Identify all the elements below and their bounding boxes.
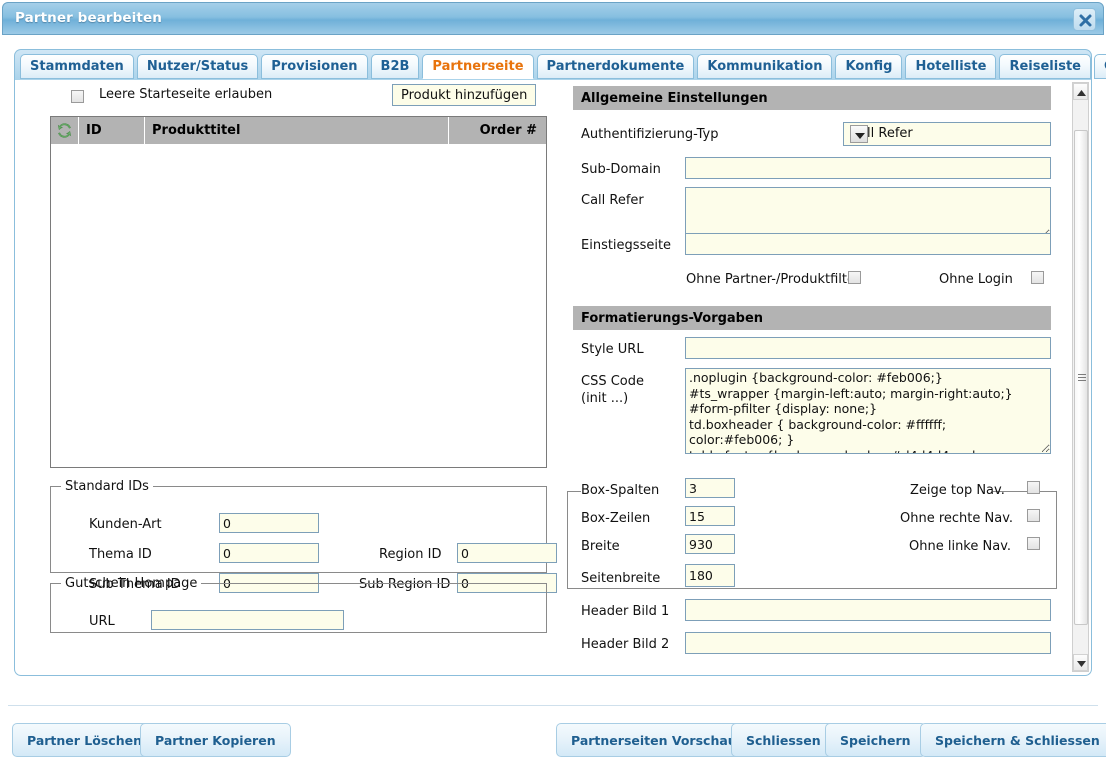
ohne-rechte-nav-checkbox[interactable] — [1027, 509, 1040, 522]
scrollbar-grip-icon — [1078, 374, 1086, 381]
schliessen-button[interactable]: Schliessen — [731, 723, 836, 757]
scroll-up-button[interactable] — [1073, 83, 1088, 100]
ohne-rechte-nav-label: Ohne rechte Nav. — [900, 511, 1014, 526]
panel-vertical-scrollbar[interactable] — [1072, 82, 1089, 672]
kunden-art-input[interactable] — [219, 513, 319, 533]
box-spalten-label: Box-Spalten — [581, 483, 660, 498]
scroll-down-button[interactable] — [1073, 654, 1088, 671]
tab-stammdaten[interactable]: Stammdaten — [20, 54, 134, 79]
einstiegsseite-input[interactable] — [685, 233, 1051, 255]
ohne-login-label: Ohne Login — [939, 272, 1013, 287]
style-url-label: Style URL — [581, 342, 644, 357]
dialog-title: Partner bearbeiten — [15, 10, 162, 26]
auth-type-select[interactable]: Call Refer — [843, 122, 1051, 146]
css-code-label: CSS Code — [581, 374, 644, 389]
speichern-button[interactable]: Speichern — [825, 723, 926, 757]
column-header-order[interactable]: Order # — [449, 117, 546, 144]
box-zeilen-input[interactable] — [685, 506, 735, 526]
ohne-login-checkbox[interactable] — [1031, 271, 1044, 284]
thema-id-input[interactable] — [219, 543, 319, 563]
refresh-column-header[interactable] — [51, 117, 79, 144]
layout-options-group-border-left — [567, 491, 581, 492]
ohne-linke-nav-label: Ohne linke Nav. — [909, 539, 1012, 554]
box-spalten-input[interactable] — [685, 478, 735, 498]
seitenbreite-label: Seitenbreite — [581, 571, 661, 586]
left-column: Leere Starteseite erlauben Produkt hinzu… — [35, 84, 557, 633]
ohne-partner-produktfilter-label: Ohne Partner-/Produktfilter — [686, 272, 861, 287]
tab-nutzer-status[interactable]: Nutzer/Status — [136, 54, 259, 79]
breite-label: Breite — [581, 539, 620, 554]
subdomain-input[interactable] — [685, 157, 1051, 179]
tab-reiseliste[interactable]: Reiseliste — [999, 54, 1091, 79]
tab-strip: Stammdaten Nutzer/Status Provisionen B2B Par… — [14, 49, 1106, 81]
dialog-titlebar: Partner bearbeiten — [2, 2, 1104, 35]
header-bild-2-label: Header Bild 2 — [581, 637, 670, 652]
tab-konfig[interactable]: Konfig — [835, 54, 903, 79]
tab-list: Stammdaten Nutzer/Status Provisionen B2B Par… — [20, 54, 1106, 79]
column-header-produkttitel[interactable]: Produkttitel — [145, 117, 449, 144]
footer-divider — [8, 705, 1098, 706]
gutschein-url-input[interactable] — [151, 610, 344, 630]
section-header-formatierungs-vorgaben: Formatierungs-Vorgaben — [573, 306, 1051, 330]
tab-panel-partnerseite: Leere Starteseite erlauben Produkt hinzu… — [14, 80, 1092, 676]
column-header-id[interactable]: ID — [79, 117, 145, 144]
zeige-top-nav-checkbox[interactable] — [1027, 481, 1040, 494]
product-list-box: ID Produkttitel Order # — [50, 116, 547, 468]
header-bild-1-label: Header Bild 1 — [581, 604, 670, 619]
dialog-window: Partner bearbeiten Stammdaten Nutzer/Stat… — [0, 0, 1106, 767]
product-header-row: Leere Starteseite erlauben Produkt hinzu… — [35, 84, 547, 112]
header-bild-1-input[interactable] — [685, 599, 1051, 621]
call-refer-label: Call Refer — [581, 193, 644, 208]
tab-changelist[interactable]: ChangeList — [1093, 54, 1106, 79]
chevron-down-icon[interactable] — [850, 125, 868, 143]
close-button[interactable] — [1073, 8, 1096, 31]
gutschein-legend: Gutschein Hompage — [65, 576, 198, 591]
partnerseiten-vorschau-button[interactable]: Partnerseiten Vorschau — [556, 723, 752, 757]
close-icon — [1079, 14, 1092, 27]
tab-partnerdokumente[interactable]: Partnerdokumente — [536, 54, 695, 79]
caret-down-icon — [1077, 661, 1086, 667]
region-id-label: Region ID — [379, 547, 442, 562]
tab-provisionen[interactable]: Provisionen — [261, 54, 368, 79]
css-code-textarea[interactable] — [685, 368, 1051, 454]
call-refer-textarea[interactable] — [685, 187, 1051, 239]
thema-id-label: Thema ID — [89, 547, 152, 562]
scrollbar-thumb[interactable] — [1074, 130, 1088, 625]
partner-kopieren-button[interactable]: Partner Kopieren — [140, 723, 291, 757]
seitenbreite-input[interactable] — [685, 564, 735, 587]
box-zeilen-label: Box-Zeilen — [581, 511, 651, 526]
partner-loeschen-button[interactable]: Partner Löschen — [12, 723, 157, 757]
css-code-label-sub: (init ...) — [581, 391, 629, 406]
subdomain-label: Sub-Domain — [581, 162, 661, 177]
breite-input[interactable] — [685, 534, 735, 554]
standard-ids-fieldset: Standard IDs Kunden-Art Thema ID Region … — [50, 479, 557, 593]
kunden-art-label: Kunden-Art — [89, 517, 162, 532]
gutschein-url-label: URL — [89, 614, 115, 629]
caret-up-icon — [1077, 90, 1086, 96]
auth-type-label: Authentifizierung-Typ — [581, 127, 719, 142]
standard-ids-legend: Standard IDs — [65, 479, 149, 494]
product-table-header: ID Produkttitel Order # — [51, 117, 546, 144]
tab-b2b[interactable]: B2B — [370, 54, 420, 79]
section-header-allgemeine-einstellungen: Allgemeine Einstellungen — [573, 86, 1051, 110]
add-product-button[interactable]: Produkt hinzufügen — [392, 84, 537, 106]
allow-empty-startpage-label: Leere Starteseite erlauben — [99, 87, 273, 102]
ohne-partner-produktfilter-checkbox[interactable] — [848, 271, 861, 284]
style-url-input[interactable] — [685, 337, 1051, 359]
panel-content: Leere Starteseite erlauben Produkt hinzu… — [15, 80, 1067, 674]
region-id-input[interactable] — [457, 543, 557, 563]
tab-hotelliste[interactable]: Hotelliste — [905, 54, 997, 79]
speichern-schliessen-button[interactable]: Speichern & Schliessen — [920, 723, 1106, 757]
allow-empty-startpage-checkbox[interactable] — [71, 90, 84, 103]
tab-partnerseite[interactable]: Partnerseite — [422, 54, 534, 79]
refresh-icon — [57, 123, 72, 138]
header-bild-2-input[interactable] — [685, 632, 1051, 654]
zeige-top-nav-label: Zeige top Nav. — [910, 483, 1005, 498]
einstiegsseite-label: Einstiegsseite — [581, 238, 672, 253]
gutschein-homepage-fieldset: Gutschein Hompage URL — [50, 576, 547, 633]
tab-kommunikation[interactable]: Kommunikation — [697, 54, 833, 79]
ohne-linke-nav-checkbox[interactable] — [1027, 537, 1040, 550]
